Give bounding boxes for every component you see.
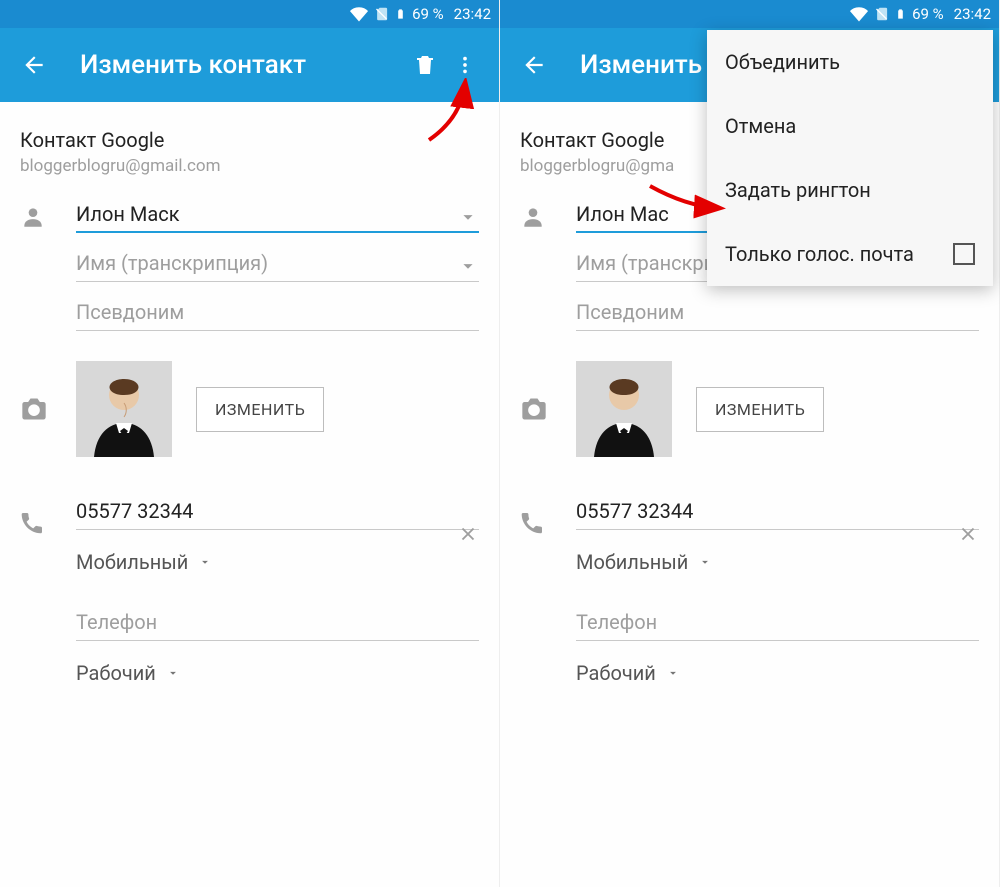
- overflow-menu: Объединить Отмена Задать рингтон Только …: [707, 30, 993, 286]
- menu-voicemail-label: Только голос. почта: [725, 242, 914, 266]
- phone-field-1[interactable]: 05577 32344: [76, 499, 479, 530]
- nickname-placeholder: Псевдоним: [576, 300, 684, 324]
- change-photo-button[interactable]: ИЗМЕНИТЬ: [696, 387, 824, 432]
- back-button[interactable]: [14, 45, 54, 85]
- phone-type-2[interactable]: Рабочий: [576, 661, 979, 685]
- phone-field-2[interactable]: Телефон: [576, 610, 979, 641]
- transcription-placeholder: Имя (транскрипция): [76, 251, 268, 275]
- photo-row: ИЗМЕНИТЬ: [500, 337, 999, 467]
- menu-cancel[interactable]: Отмена: [707, 94, 993, 158]
- change-photo-button[interactable]: ИЗМЕНИТЬ: [196, 387, 324, 432]
- screen-before: 69 % 23:42 Изменить контакт Контакт Goog…: [0, 0, 500, 887]
- camera-icon: [20, 395, 76, 423]
- account-email: bloggerblogru@gmail.com: [20, 156, 479, 176]
- phone-icon: [520, 499, 576, 539]
- phone-type-1[interactable]: Мобильный: [76, 550, 479, 574]
- phone-field-2[interactable]: Телефон: [76, 610, 479, 641]
- account-section: Контакт Google bloggerblogru@gmail.com: [0, 102, 499, 190]
- account-type: Контакт Google: [20, 128, 479, 152]
- phone-field-1[interactable]: 05577 32344: [576, 499, 979, 530]
- name-value: Илон Маск: [76, 202, 180, 226]
- wifi-icon: [350, 5, 368, 23]
- menu-cancel-label: Отмена: [725, 114, 796, 138]
- nickname-placeholder: Псевдоним: [76, 300, 184, 324]
- screen-after: 69 % 23:42 Изменить контакт Объединить О…: [500, 0, 1000, 887]
- battery-icon: [395, 5, 406, 23]
- sim-icon: [374, 5, 389, 23]
- form-content: Контакт Google bloggerblogru@gmail.com И…: [0, 102, 499, 685]
- menu-ringtone-label: Задать рингтон: [725, 178, 871, 202]
- phone-type-1-label: Мобильный: [576, 550, 688, 574]
- nickname-field[interactable]: Псевдоним: [76, 288, 479, 337]
- battery-percent: 69 %: [912, 5, 944, 23]
- phone-type-1-label: Мобильный: [76, 550, 188, 574]
- person-icon: [520, 190, 576, 230]
- expand-transcription-button[interactable]: [457, 255, 479, 281]
- phone-placeholder: Телефон: [576, 610, 657, 634]
- contact-photo[interactable]: [576, 361, 672, 457]
- phone-value: 05577 32344: [76, 499, 193, 523]
- phone-placeholder: Телефон: [76, 610, 157, 634]
- status-bar: 69 % 23:42: [0, 0, 499, 28]
- wifi-icon: [850, 5, 868, 23]
- battery-icon: [895, 5, 906, 23]
- app-bar: Изменить контакт: [0, 28, 499, 102]
- phone-row-2: Телефон Рабочий: [500, 574, 999, 685]
- menu-voicemail-only[interactable]: Только голос. почта: [707, 222, 993, 286]
- photo-row: ИЗМЕНИТЬ: [0, 337, 499, 467]
- delete-button[interactable]: [405, 45, 445, 85]
- expand-name-button[interactable]: [457, 206, 479, 232]
- overflow-menu-button[interactable]: [445, 45, 485, 85]
- contact-photo[interactable]: [76, 361, 172, 457]
- clock: 23:42: [454, 5, 491, 23]
- menu-merge[interactable]: Объединить: [707, 30, 993, 94]
- phone-type-2-label: Рабочий: [576, 661, 656, 685]
- phone-value: 05577 32344: [576, 499, 693, 523]
- phone-row-2: Телефон Рабочий: [0, 574, 499, 685]
- phone-type-2-label: Рабочий: [76, 661, 156, 685]
- name-value: Илон Мас: [576, 202, 669, 226]
- camera-icon: [520, 395, 576, 423]
- back-button[interactable]: [514, 45, 554, 85]
- menu-set-ringtone[interactable]: Задать рингтон: [707, 158, 993, 222]
- remove-phone-button[interactable]: [457, 523, 479, 549]
- menu-merge-label: Объединить: [725, 50, 840, 74]
- name-row: Илон Маск Имя (транскрипция) Псевдоним: [0, 190, 499, 337]
- transcription-field[interactable]: Имя (транскрипция): [76, 239, 479, 288]
- phone-row-1: 05577 32344 Мобильный: [0, 467, 499, 574]
- nickname-field[interactable]: Псевдоним: [576, 288, 979, 337]
- phone-row-1: 05577 32344 Мобильный: [500, 467, 999, 574]
- remove-phone-button[interactable]: [957, 523, 979, 549]
- battery-percent: 69 %: [412, 5, 444, 23]
- sim-icon: [874, 5, 889, 23]
- phone-type-1[interactable]: Мобильный: [576, 550, 979, 574]
- person-icon: [20, 190, 76, 230]
- phone-icon: [20, 499, 76, 539]
- name-field[interactable]: Илон Маск: [76, 190, 479, 239]
- status-bar: 69 % 23:42: [500, 0, 999, 28]
- appbar-title: Изменить контакт: [80, 50, 405, 80]
- clock: 23:42: [954, 5, 991, 23]
- phone-type-2[interactable]: Рабочий: [76, 661, 479, 685]
- voicemail-checkbox[interactable]: [953, 243, 975, 265]
